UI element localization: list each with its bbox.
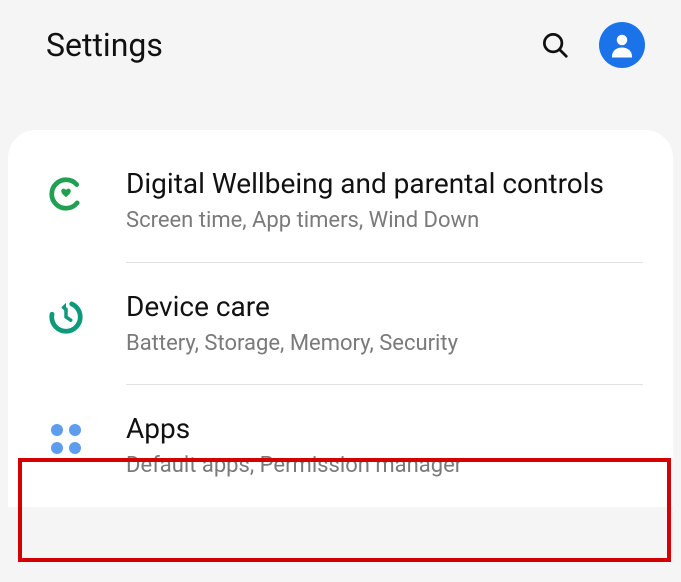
apps-icon [44,417,88,461]
person-icon [607,30,637,60]
wellbeing-icon [44,172,88,216]
device-care-icon [44,295,88,339]
settings-item-apps[interactable]: Apps Default apps, Permission manager [8,385,673,507]
header-actions [535,22,645,68]
page-title: Settings [46,26,535,64]
settings-item-subtitle: Screen time, App timers, Wind Down [126,207,643,236]
settings-item-title: Digital Wellbeing and parental controls [126,166,643,201]
settings-item-subtitle: Battery, Storage, Memory, Security [126,330,643,359]
settings-item-title: Apps [126,411,643,446]
settings-item-device-care[interactable]: Device care Battery, Storage, Memory, Se… [8,263,673,385]
search-button[interactable] [535,25,575,65]
settings-item-subtitle: Default apps, Permission manager [126,452,643,481]
search-icon [540,30,570,60]
account-avatar-button[interactable] [599,22,645,68]
settings-list-card: Digital Wellbeing and parental controls … [8,130,673,507]
settings-header: Settings [0,0,681,90]
settings-item-body: Digital Wellbeing and parental controls … [126,166,643,236]
settings-item-digital-wellbeing[interactable]: Digital Wellbeing and parental controls … [8,140,673,262]
settings-item-body: Apps Default apps, Permission manager [126,411,643,481]
settings-item-body: Device care Battery, Storage, Memory, Se… [126,289,643,359]
settings-item-title: Device care [126,289,643,324]
